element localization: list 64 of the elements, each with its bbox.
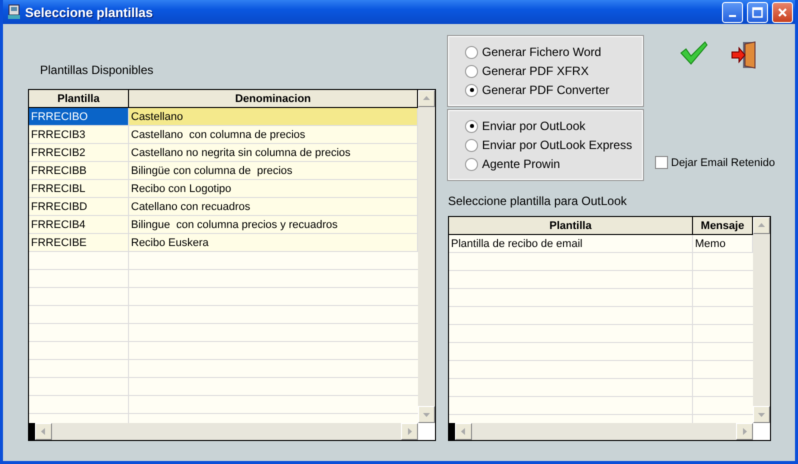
close-icon	[777, 6, 788, 18]
horizontal-scrollbar[interactable]	[449, 423, 753, 440]
table-cell: FRRECIBE	[29, 234, 129, 252]
left-arrow-icon	[39, 427, 48, 436]
data-grid[interactable]: Plantilla Mensaje Plantilla de recibo de email Memo	[448, 216, 771, 441]
horizontal-scrollbar[interactable]	[29, 423, 418, 440]
radio-option[interactable]: Enviar por OutLook Express	[465, 136, 632, 154]
section-label: Seleccione plantilla para OutLook	[448, 194, 628, 208]
table-row[interactable]: Plantilla de recibo de email Memo	[449, 235, 753, 253]
table-cell: Memo	[693, 235, 753, 253]
minimize-icon	[729, 15, 736, 17]
column-header[interactable]: Mensaje	[693, 217, 753, 235]
table-row[interactable]: FRRECIBO Castellano	[29, 108, 418, 126]
maximize-button[interactable]	[747, 2, 768, 22]
scrollbar-corner	[753, 423, 770, 440]
table-cell: Castellano	[129, 108, 418, 126]
table-cell: Castellano no negrita sin columna de precios	[129, 144, 418, 162]
table-row[interactable]: FRRECIB4 Bilingue con columna precios y recuadros	[29, 216, 418, 234]
table-cell: Castellano con columna de precios	[129, 126, 418, 144]
retain-email-checkbox[interactable]: Dejar Email Retenido	[655, 156, 775, 169]
table-cell: FRRECIBO	[29, 108, 129, 126]
maximize-icon	[752, 6, 763, 18]
exit-door-icon[interactable]	[731, 40, 757, 70]
down-arrow-icon	[757, 410, 766, 419]
radio-option[interactable]: Agente Prowin	[465, 155, 632, 173]
scrollbar-corner	[418, 423, 435, 440]
radio-option[interactable]: Enviar por OutLook	[465, 117, 632, 135]
down-arrow-icon	[422, 410, 431, 419]
window-title: Seleccione plantillas	[25, 4, 154, 20]
close-button[interactable]	[772, 2, 793, 22]
data-grid[interactable]	[28, 89, 436, 441]
table-cell: FRRECIBL	[29, 180, 129, 198]
vertical-scrollbar[interactable]	[418, 90, 435, 423]
table-cell: Bilingue con columna precios y recuadros	[129, 216, 418, 234]
up-arrow-icon	[757, 221, 766, 230]
minimize-button[interactable]	[722, 2, 743, 22]
vertical-scrollbar[interactable]	[753, 217, 770, 423]
up-arrow-icon	[422, 94, 431, 103]
left-arrow-icon	[459, 427, 468, 436]
table-cell: FRRECIBB	[29, 162, 129, 180]
radio-option[interactable]: Generar Fichero Word	[465, 43, 632, 61]
table-cell: FRRECIB4	[29, 216, 129, 234]
table-cell: Catellano con recuadros	[129, 198, 418, 216]
table-cell: FRRECIBD	[29, 198, 129, 216]
table-row[interactable]: FRRECIB2 Castellano no negrita sin columna de precios	[29, 144, 418, 162]
right-arrow-icon	[740, 427, 749, 436]
app-icon	[7, 4, 21, 20]
table-row[interactable]: FRRECIBB Bilingüe con columna de precios	[29, 162, 418, 180]
table-cell: Recibo Euskera	[129, 234, 418, 252]
column-header[interactable]: Denominacion	[129, 90, 418, 108]
table-row[interactable]: FRRECIB3 Castellano con columna de precios	[29, 126, 418, 144]
table-row[interactable]: FRRECIBD Catellano con recuadros	[29, 198, 418, 216]
table-row[interactable]: FRRECIBL Recibo con Logotipo	[29, 180, 418, 198]
table-cell: Bilingüe con columna de precios	[129, 162, 418, 180]
radio-option[interactable]: Generar PDF Converter	[465, 81, 632, 99]
table-cell: FRRECIB2	[29, 144, 129, 162]
table-cell: Recibo con Logotipo	[129, 180, 418, 198]
right-arrow-icon	[405, 427, 414, 436]
section-label: Plantillas Disponibles	[40, 63, 154, 77]
column-header[interactable]: Plantilla	[29, 90, 129, 108]
column-header[interactable]: Plantilla	[449, 217, 693, 235]
radio-option[interactable]: Generar PDF XFRX	[465, 62, 632, 80]
table-cell: FRRECIB3	[29, 126, 129, 144]
table-row[interactable]: FRRECIBE Recibo Euskera	[29, 234, 418, 252]
